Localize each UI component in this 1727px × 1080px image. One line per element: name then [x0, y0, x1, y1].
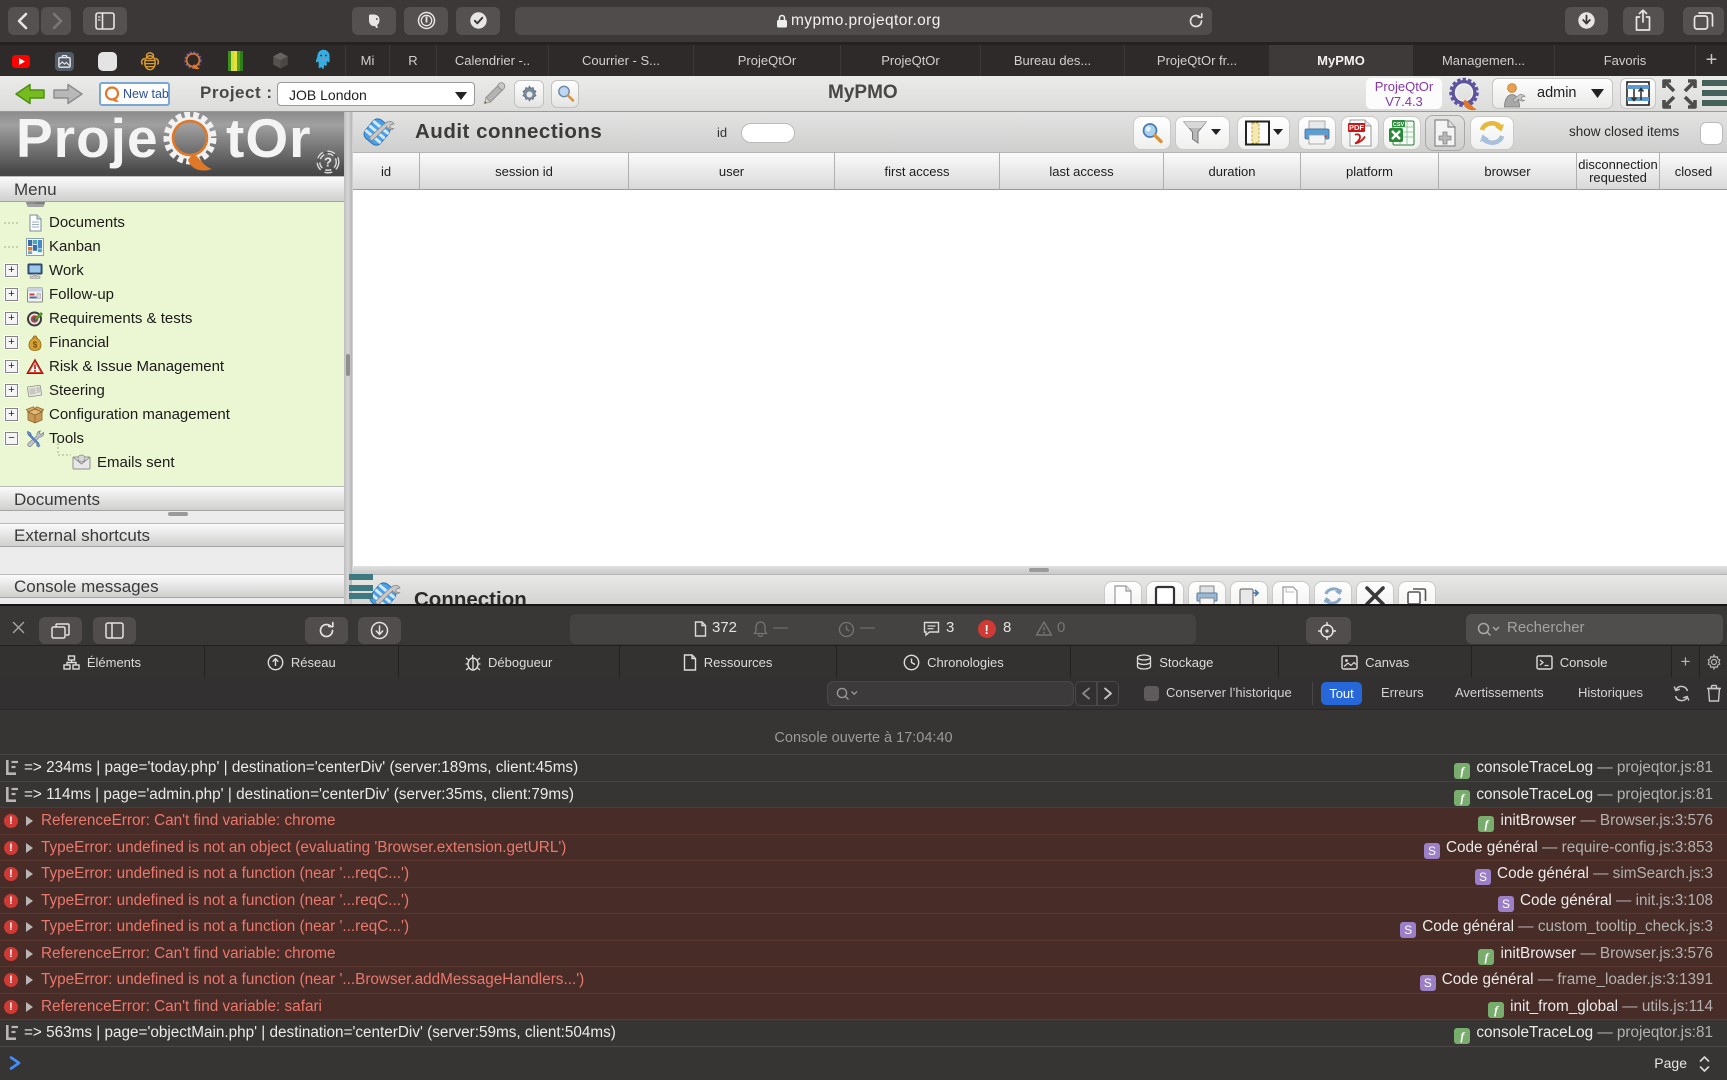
svg-text:PDF: PDF [1349, 123, 1364, 132]
svg-text:CSV: CSV [1393, 122, 1405, 128]
svg-text:$: $ [33, 341, 38, 350]
svg-text:?: ? [324, 155, 332, 170]
